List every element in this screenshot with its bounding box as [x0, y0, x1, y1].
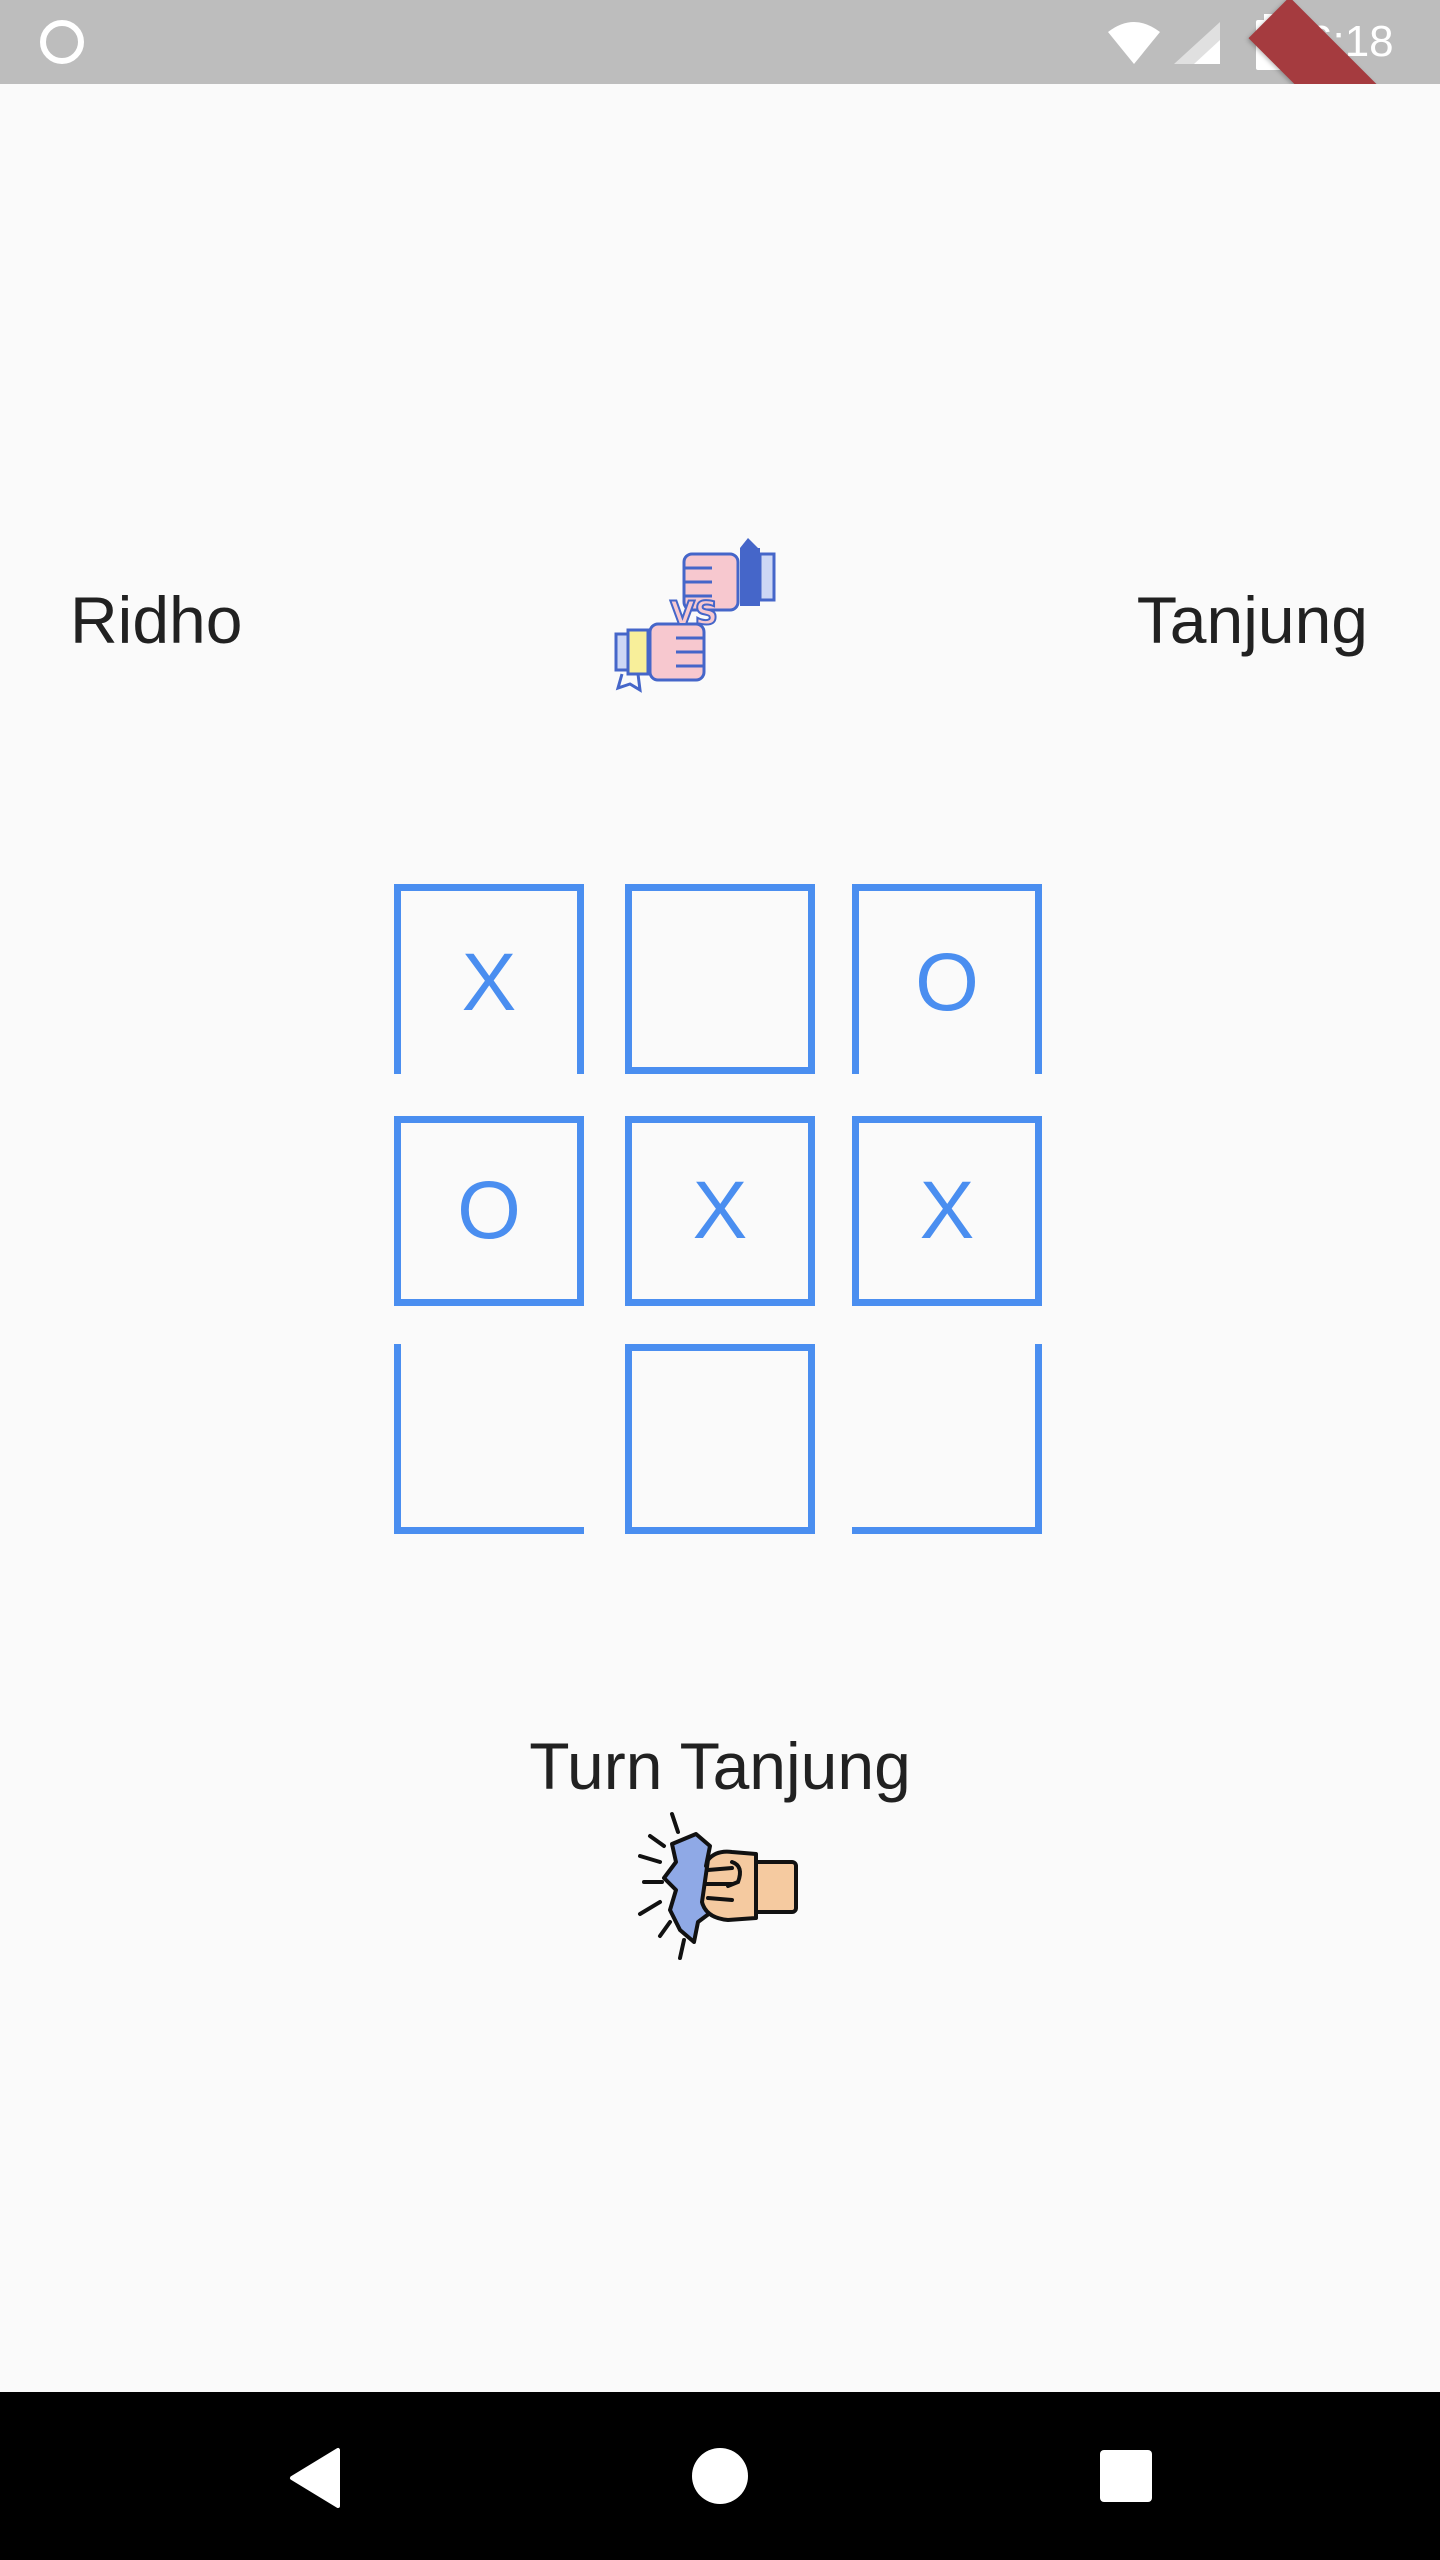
back-triangle-icon[interactable] — [288, 2446, 344, 2510]
home-circle-icon[interactable] — [690, 2446, 750, 2506]
player-one-name: Ridho — [70, 583, 243, 657]
recent-apps-square-icon[interactable] — [1098, 2448, 1154, 2504]
circle-notification-icon — [40, 20, 84, 64]
cell-signal-icon — [1174, 22, 1220, 64]
versus-fists-icon: VS — [614, 538, 776, 693]
board-cell-7[interactable] — [625, 1344, 815, 1534]
status-bar: 6:18 DEBUG — [0, 0, 1440, 84]
board-cell-1[interactable] — [625, 884, 815, 1074]
board-cell-4[interactable]: X — [625, 1116, 815, 1306]
svg-text:VS: VS — [670, 594, 718, 632]
wifi-icon — [1108, 22, 1160, 64]
board-cell-6[interactable] — [394, 1344, 584, 1534]
player-two-name: Tanjung — [1136, 583, 1368, 657]
turn-label: Turn Tanjung — [529, 1729, 911, 1803]
board-cell-3[interactable]: O — [394, 1116, 584, 1306]
punch-fist-icon — [638, 1812, 798, 1960]
board-cell-5[interactable]: X — [852, 1116, 1042, 1306]
tic-tac-toe-board: X O O X X — [394, 884, 1046, 1536]
board-cell-0[interactable]: X — [394, 884, 584, 1074]
board-cell-2[interactable]: O — [852, 884, 1042, 1074]
board-cell-8[interactable] — [852, 1344, 1042, 1534]
